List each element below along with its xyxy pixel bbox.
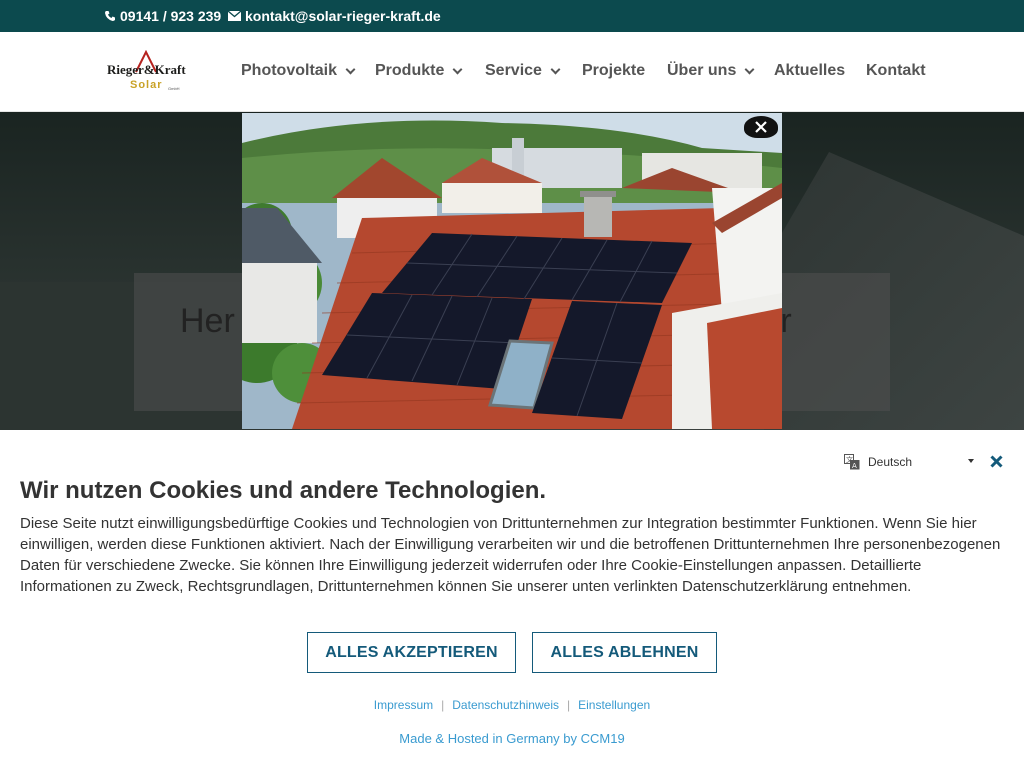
close-icon: [755, 121, 767, 133]
nav-label: Service: [485, 62, 542, 79]
link-einstellungen[interactable]: Einstellungen: [578, 698, 650, 712]
svg-text:A: A: [852, 462, 857, 470]
nav-item-kontakt[interactable]: Kontakt: [866, 62, 926, 80]
nav-item-aktuelles[interactable]: Aktuelles: [774, 62, 845, 80]
chevron-down-icon: [550, 64, 561, 74]
phone-number: 09141 / 923 239: [120, 8, 222, 24]
envelope-icon: [228, 11, 241, 21]
cookie-links: Impressum | Datenschutzhinweis | Einstellung…: [0, 698, 1024, 712]
nav-label: Photovoltaik: [241, 62, 338, 79]
hero-title-left: Her: [180, 302, 235, 340]
chevron-down-icon: [452, 64, 463, 74]
nav-item-ueber-uns[interactable]: Über uns: [667, 62, 755, 80]
nav-item-service[interactable]: Service: [485, 62, 561, 80]
logo-text-gmbh: GmbH: [168, 86, 180, 91]
solar-roof-photo: [242, 113, 782, 429]
chevron-down-icon: [744, 64, 755, 74]
nav-item-produkte[interactable]: Produkte: [375, 62, 463, 80]
nav-label: Projekte: [582, 62, 646, 79]
link-impressum[interactable]: Impressum: [374, 698, 433, 712]
nav-label: Produkte: [375, 62, 445, 79]
cookie-footer-credit[interactable]: Made & Hosted in Germany by CCM19: [0, 731, 1024, 746]
popup-close-button[interactable]: [744, 116, 778, 138]
cookie-close-button[interactable]: [990, 452, 1003, 472]
nav-label: Aktuelles: [774, 62, 846, 79]
reject-all-button[interactable]: ALLES ABLEHNEN: [532, 632, 717, 673]
cookie-heading: Wir nutzen Cookies und andere Technologi…: [20, 477, 547, 504]
close-x-icon: [990, 455, 1003, 468]
translate-icon: 文 A: [844, 454, 860, 470]
caret-down-icon: [968, 459, 974, 463]
chevron-down-icon: [345, 64, 356, 74]
link-separator: |: [441, 698, 445, 712]
nav-item-photovoltaik[interactable]: Photovoltaik: [241, 62, 356, 80]
link-separator: |: [567, 698, 571, 712]
email-link[interactable]: kontakt@solar-rieger-kraft.de: [228, 8, 441, 24]
accept-all-button[interactable]: ALLES AKZEPTIEREN: [307, 632, 516, 673]
language-select[interactable]: 文 A Deutsch: [844, 454, 974, 470]
site-header: Rieger&Kraft Solar GmbH Photovoltaik Pro…: [0, 32, 1024, 112]
link-datenschutzhinweis[interactable]: Datenschutzhinweis: [452, 698, 559, 712]
cookie-description: Diese Seite nutzt einwilligungsbedürftig…: [20, 515, 1001, 595]
main-navigation: Photovoltaik Produkte Service Projekte Ü…: [0, 62, 1024, 86]
email-address: kontakt@solar-rieger-kraft.de: [245, 8, 441, 24]
phone-icon: [105, 11, 115, 21]
nav-label: Kontakt: [866, 62, 926, 79]
cookie-consent-banner: 文 A Deutsch Wir nutzen Cookies und ander…: [0, 430, 1024, 768]
top-contact-bar: 09141 / 923 239 kontakt@solar-rieger-kra…: [0, 0, 1024, 32]
image-popup: [242, 113, 782, 429]
language-label: Deutsch: [868, 455, 913, 469]
phone-link[interactable]: 09141 / 923 239: [104, 8, 221, 24]
nav-item-projekte[interactable]: Projekte: [582, 62, 645, 80]
nav-label: Über uns: [667, 62, 737, 79]
